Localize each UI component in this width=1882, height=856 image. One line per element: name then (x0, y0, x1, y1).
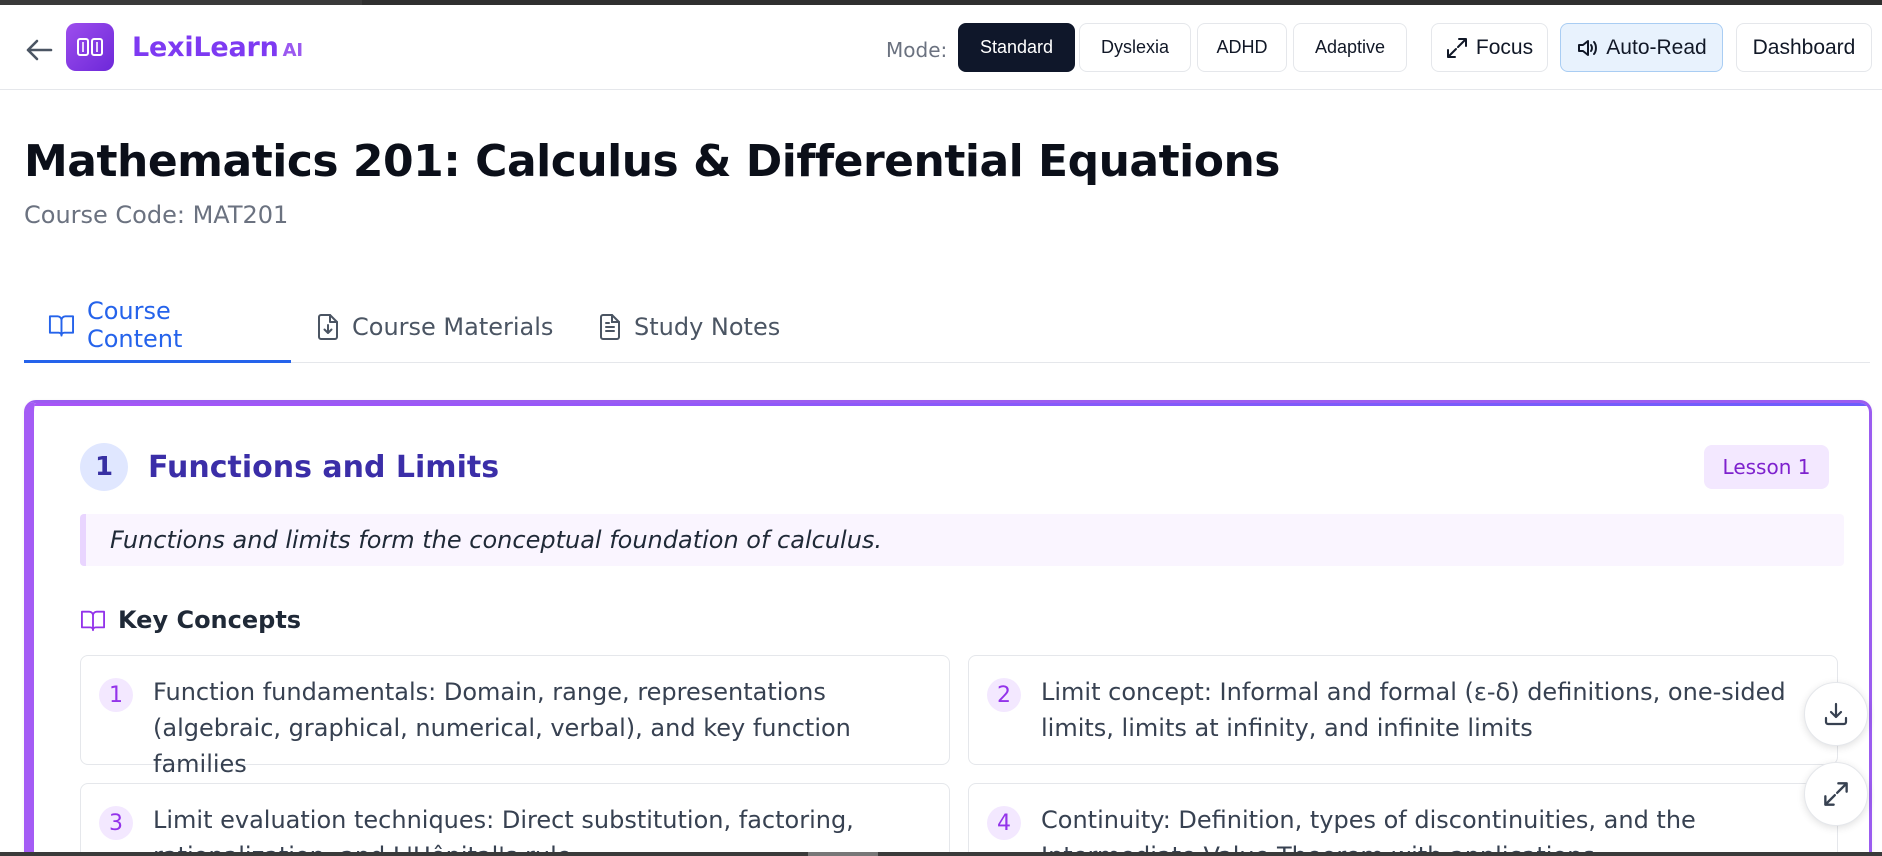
page-title: Mathematics 201: Calculus & Differential… (24, 136, 1280, 187)
course-code: Course Code: MAT201 (24, 201, 289, 229)
concept-card: 3 Limit evaluation techniques: Direct su… (80, 783, 950, 856)
tab-course-materials[interactable]: Course Materials (292, 290, 577, 363)
logo-icon (66, 23, 114, 71)
key-concepts-heading: Key Concepts (80, 606, 301, 634)
tab-course-content-label: Course Content (86, 297, 183, 353)
lesson-card: 1 Functions and Limits Lesson 1 Function… (24, 400, 1872, 856)
concept-text: Limit evaluation techniques: Direct subs… (153, 806, 854, 856)
mode-label: Mode: (886, 38, 948, 62)
concept-number: 3 (99, 806, 133, 840)
concept-card: 2 Limit concept: Informal and formal (ε-… (968, 655, 1838, 765)
scrollbar-thumb[interactable] (808, 852, 878, 856)
app-header: LexiLearn AI Mode: Standard Dyslexia ADHD… (0, 5, 1882, 90)
auto-read-button[interactable]: Auto-Read (1560, 23, 1723, 72)
scrollbar[interactable] (0, 852, 1882, 856)
tab-study-notes[interactable]: Study Notes (574, 290, 804, 363)
mode-adaptive-button[interactable]: Adaptive (1293, 23, 1407, 72)
expand-icon (1446, 37, 1467, 58)
focus-label: Focus (1475, 35, 1534, 59)
expand-icon (1824, 782, 1848, 806)
speaker-icon (1578, 39, 1598, 56)
concept-number: 2 (987, 678, 1021, 712)
back-arrow-icon[interactable] (22, 33, 56, 67)
download-button[interactable] (1804, 682, 1868, 746)
concept-text: Continuity: Definition, types of discont… (1041, 806, 1696, 856)
tab-bar: Course Content Course Materials Study No… (24, 290, 1870, 363)
brand-name: LexiLearn AI (132, 32, 303, 63)
mode-adhd-button[interactable]: ADHD (1197, 23, 1287, 72)
concept-text: Limit concept: Informal and formal (ε-δ)… (1041, 678, 1786, 742)
concept-number: 4 (987, 806, 1021, 840)
auto-read-label: Auto-Read (1606, 35, 1707, 59)
tab-study-notes-label: Study Notes (634, 312, 781, 341)
lesson-badge: Lesson 1 (1704, 445, 1829, 489)
tab-course-materials-label: Course Materials (352, 312, 554, 341)
lesson-summary: Functions and limits form the conceptual… (80, 514, 1844, 566)
file-download-icon (318, 313, 338, 340)
tab-course-content[interactable]: Course Content (24, 290, 291, 363)
dashboard-button[interactable]: Dashboard (1736, 23, 1872, 72)
file-text-icon (600, 313, 620, 340)
book-open-icon (48, 315, 75, 337)
mode-dyslexia-button[interactable]: Dyslexia (1079, 23, 1191, 72)
concept-card: 4 Continuity: Definition, types of disco… (968, 783, 1838, 856)
concept-text: Function fundamentals: Domain, range, re… (153, 678, 851, 778)
fullscreen-button[interactable] (1804, 762, 1868, 826)
book-open-icon (81, 610, 105, 632)
key-concepts-label: Key Concepts (118, 606, 302, 634)
brand-suffix: AI (282, 40, 303, 61)
download-icon (1824, 702, 1848, 726)
lesson-number: 1 (80, 443, 128, 491)
focus-button[interactable]: Focus (1431, 23, 1548, 72)
concept-number: 1 (99, 678, 133, 712)
mode-standard-button[interactable]: Standard (958, 23, 1075, 72)
card-accent-bar (34, 403, 1869, 406)
lesson-title: Functions and Limits (148, 450, 500, 485)
concept-card: 1 Function fundamentals: Domain, range, … (80, 655, 950, 778)
